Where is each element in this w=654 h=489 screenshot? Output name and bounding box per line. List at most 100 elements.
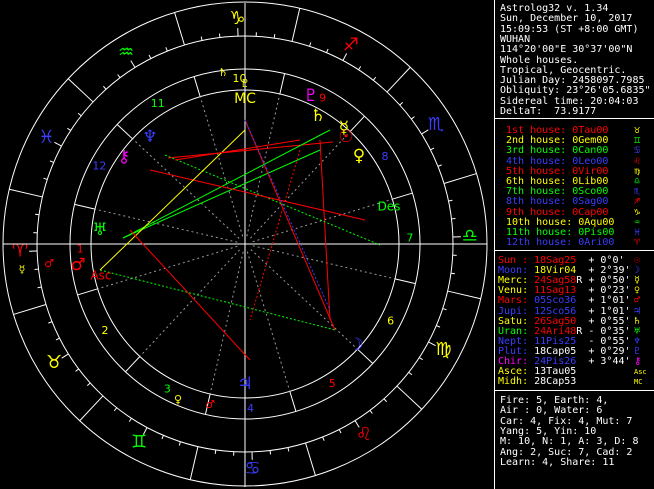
degree-tick [200, 36, 203, 41]
summary-line: Learn: 4, Share: 11 [500, 456, 615, 468]
small-planet-icon: ♇ [240, 77, 250, 90]
scorpio-icon: ♏ [428, 114, 444, 135]
degree-tick [49, 160, 54, 163]
house-number: 12 [92, 159, 106, 172]
degree-tick [338, 429, 342, 434]
house-number: 4 [247, 402, 254, 415]
aspect-line [244, 119, 336, 331]
house-cusp-line [250, 249, 358, 350]
house-cusp-line [252, 198, 393, 243]
sign-boundary [189, 446, 199, 480]
jupiter-icon: ♃ [237, 374, 252, 394]
header-line: DeltaT: 73.9177 [500, 106, 597, 117]
house-cusp-tick [392, 192, 413, 200]
house-cusp-value: 0Ari00 [578, 237, 615, 249]
venus-icon: ♀ [353, 146, 365, 166]
small-planet-icon: ♄ [218, 66, 228, 79]
house-cusp-line [246, 251, 291, 392]
degree-tick [410, 116, 415, 120]
gemini-icon: ♊ [131, 432, 147, 453]
degree-tick [55, 337, 60, 341]
small-planet-icon: ♂ [44, 257, 54, 270]
degree-tick [128, 418, 132, 422]
ascendant-label: Asc [90, 269, 111, 283]
sign-boundary [443, 173, 477, 184]
sign-boundary [291, 8, 301, 42]
house-number: 6 [387, 315, 394, 328]
degree-tick [43, 177, 48, 180]
degree-tick [67, 127, 71, 131]
capricorn-icon: ♑ [229, 8, 245, 29]
summary-line: Air : 0, Water: 6 [500, 405, 603, 417]
mars-icon: ♂ [70, 255, 85, 275]
degree-tick [358, 66, 362, 70]
planet-position: 28Cap53 [534, 376, 577, 388]
house-cusp-tick [125, 356, 141, 373]
degree-tick [161, 435, 164, 440]
small-planet-icon: ♀ [174, 393, 182, 406]
sign-boundary [13, 304, 47, 315]
house-number: 8 [382, 150, 389, 163]
degree-tick [437, 164, 442, 167]
degree-tick [37, 286, 42, 289]
pisces-icon: ♓ [38, 127, 54, 148]
sagittarius-icon: ♐ [343, 34, 359, 55]
aspect-line [129, 229, 251, 361]
degree-tick [48, 321, 53, 324]
degree-tick [86, 382, 91, 387]
planet-name: Midh: [498, 376, 529, 388]
degree-tick [309, 42, 312, 47]
sign-boundary [9, 188, 43, 198]
neptune-icon: ♆ [142, 127, 157, 147]
aspect-line [99, 269, 336, 331]
sign-boundary [174, 12, 185, 46]
cancer-icon: ♋ [244, 458, 260, 479]
house-number: 5 [329, 377, 336, 390]
house-number: 7 [406, 231, 413, 244]
degree-tick [436, 325, 441, 328]
house-cusp-line [139, 249, 240, 357]
degree-tick [322, 436, 325, 441]
small-planet-icon: ♂ [205, 398, 215, 411]
house-cusp-tick [279, 73, 286, 95]
divider-line [494, 390, 654, 391]
house-number: 9 [319, 91, 326, 104]
planet-speed: + 3°44' [588, 356, 631, 367]
degree-tick [419, 357, 423, 361]
virgo-icon: ♍ [435, 339, 451, 360]
degree-tick [75, 368, 80, 372]
degree-tick [408, 371, 413, 376]
sign-boundary [67, 78, 94, 103]
degree-tick [448, 199, 453, 202]
aquarius-icon: ♒ [118, 42, 134, 63]
moon-icon: ☽ [348, 335, 363, 355]
chiron-icon: ⚷ [634, 356, 642, 367]
mercury-icon: ☿ [339, 118, 349, 138]
aspect-line [249, 149, 301, 321]
small-planet-icon: ☿ [19, 263, 26, 276]
taurus-icon: ♉ [46, 352, 62, 373]
info-panel: Astrolog32 v. 1.34 Sun, December 10, 2017… [494, 0, 654, 489]
aspect-line [319, 139, 331, 321]
house-cusp-line [250, 131, 351, 239]
sign-boundary [79, 395, 104, 422]
ascendant-icon: Asc [634, 368, 647, 377]
sign-boundary [305, 442, 316, 476]
planet-spacer [582, 376, 588, 387]
chart-wheel: ♈♉♊♋♌♍♎♏♐♑♒♓123456789101112☉☿♀♄♇♆⚷☽♃♂♅♄♇… [2, 1, 488, 487]
uranus-icon: ♅ [92, 220, 107, 240]
degree-tick [399, 101, 404, 106]
divider-line [494, 250, 654, 251]
degree-tick [117, 74, 121, 79]
saturn-icon: ♄ [310, 106, 325, 126]
house-cusp-tick [289, 391, 297, 412]
degree-tick [113, 407, 118, 412]
divider-line [494, 118, 654, 119]
summary-line: M: 10, N: 1, A: 3, D: 8 [500, 436, 639, 448]
degree-tick [326, 48, 329, 53]
degree-tick [383, 398, 388, 403]
house-cusp-tick [77, 288, 98, 296]
house-number: 11 [151, 97, 165, 110]
degree-tick [165, 47, 168, 52]
header-line: 114°20'00"E 30°37'00"N [500, 44, 633, 56]
